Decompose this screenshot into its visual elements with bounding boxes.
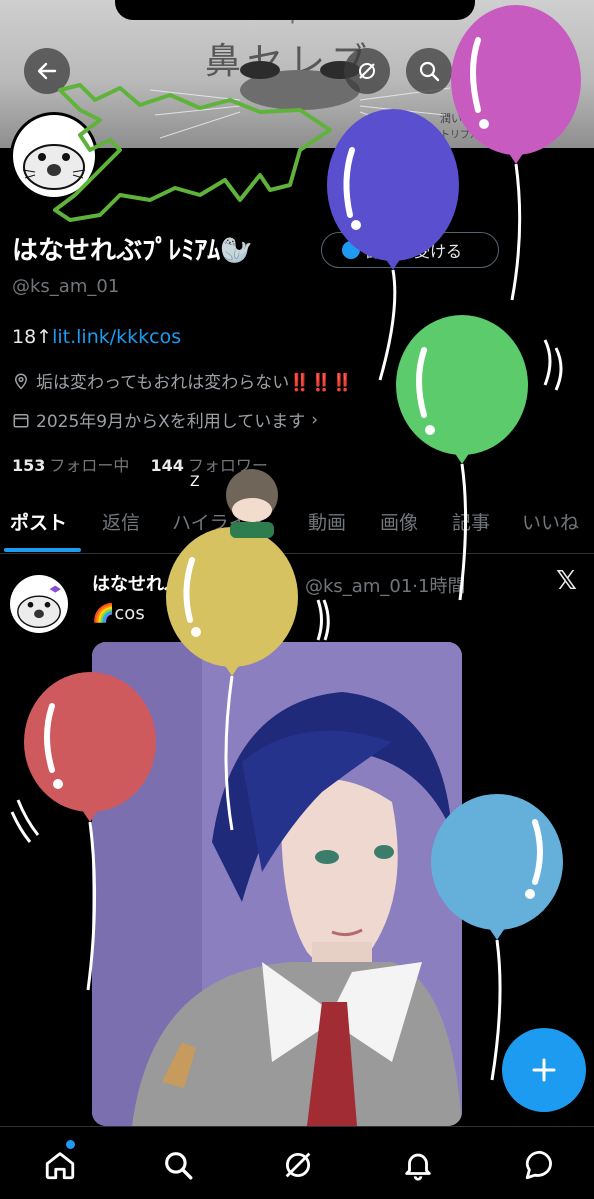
grok-icon — [285, 1152, 311, 1178]
verified-badge-icon — [342, 241, 360, 259]
profile-location: 垢は変わってもおれは変わらない‼️‼️‼️ — [12, 368, 353, 393]
home-badge-dot — [66, 1140, 75, 1149]
nav-search[interactable] — [158, 1145, 198, 1185]
post-text: 🌈cos — [92, 603, 145, 624]
bottom-navigation — [0, 1126, 594, 1199]
nav-messages[interactable] — [520, 1145, 560, 1185]
profile-bio: 18↑lit.link/kkkcos — [12, 326, 181, 348]
nav-grok[interactable] — [278, 1145, 318, 1185]
back-button[interactable] — [24, 48, 70, 94]
tab-images[interactable]: 画像 — [380, 508, 418, 535]
following-count: 153 — [12, 456, 46, 475]
post-image[interactable] — [92, 642, 462, 1126]
followers-count: 144 — [150, 456, 184, 475]
home-icon — [45, 1152, 75, 1180]
status-notch — [115, 0, 475, 20]
messages-icon — [525, 1150, 552, 1180]
location-pin-icon — [14, 373, 28, 390]
back-arrow-icon — [37, 62, 57, 80]
tab-posts[interactable]: ポスト — [10, 508, 67, 535]
followers-link[interactable]: 144 フォロワー — [151, 456, 268, 475]
profile-banner[interactable]: nepia 鼻セレブ 潤い ティシ トリプル 保湿 スクワ — [0, 0, 594, 148]
seal-avatar-image — [22, 144, 86, 190]
search-icon — [165, 1152, 193, 1180]
joined-text: 2025年9月からXを利用しています — [36, 412, 306, 432]
tab-replies[interactable]: 返信 — [102, 508, 140, 535]
post-time: 1時間 — [418, 576, 466, 597]
post-author-name[interactable]: はなせれぶﾌﾟﾚﾐｱﾑ — [92, 570, 236, 596]
profile-stats: 153 フォロー中 144 フォロワー — [12, 452, 268, 476]
nav-notifications[interactable] — [398, 1145, 438, 1185]
post-avatar[interactable] — [10, 575, 68, 633]
tab-articles[interactable]: 記事 — [452, 508, 490, 535]
post-meta: @ks_am_01·1時間 — [305, 576, 466, 597]
bio-link[interactable]: lit.link/kkkcos — [52, 326, 181, 348]
post-handle[interactable]: @ks_am_01 — [305, 576, 412, 597]
grok-icon — [359, 63, 375, 79]
profile-tabs: ポスト 返信 ハイライト 動画 画像 記事 いいね — [0, 498, 594, 554]
plus-icon — [532, 1058, 556, 1082]
balloon-green — [396, 315, 563, 601]
get-verified-button[interactable]: 認証を受ける — [321, 232, 499, 268]
banner-small-text: トリプル 保湿 スクワ — [440, 130, 537, 141]
nav-home[interactable] — [40, 1145, 80, 1185]
search-button[interactable] — [406, 48, 452, 94]
post-menu-button[interactable]: 𝕏 — [556, 566, 577, 596]
tab-likes[interactable]: いいね — [522, 508, 579, 535]
get-verified-label: 認証を受ける — [366, 242, 463, 261]
svg-text:Z: Z — [190, 474, 200, 490]
location-text: 垢は変わってもおれは変わらない‼️‼️‼️ — [36, 373, 353, 393]
following-label: フォロー中 — [49, 456, 130, 475]
followers-label: フォロワー — [187, 456, 268, 475]
calendar-icon — [13, 413, 29, 427]
tab-active-indicator — [4, 548, 81, 552]
profile-handle: @ks_am_01 — [12, 276, 120, 297]
profile-avatar[interactable] — [10, 112, 98, 200]
banner-seal-nose — [150, 61, 450, 141]
cosplay-photo — [92, 642, 462, 1126]
profile-display-name: はなせれぶﾌﾟﾚﾐｱﾑ🦭 — [12, 236, 253, 266]
chevron-right-icon: › — [311, 409, 319, 430]
following-link[interactable]: 153 フォロー中 — [12, 456, 129, 475]
tab-videos[interactable]: 動画 — [308, 508, 346, 535]
grok-button[interactable] — [344, 48, 390, 94]
tab-highlights[interactable]: ハイライト — [172, 508, 267, 535]
seal-avatar-image — [17, 585, 61, 629]
compose-button[interactable] — [502, 1028, 586, 1112]
bio-prefix: 18↑ — [12, 326, 53, 348]
notifications-icon — [405, 1153, 431, 1181]
search-icon — [419, 61, 440, 82]
profile-joined[interactable]: 2025年9月からXを利用しています › — [12, 407, 318, 432]
